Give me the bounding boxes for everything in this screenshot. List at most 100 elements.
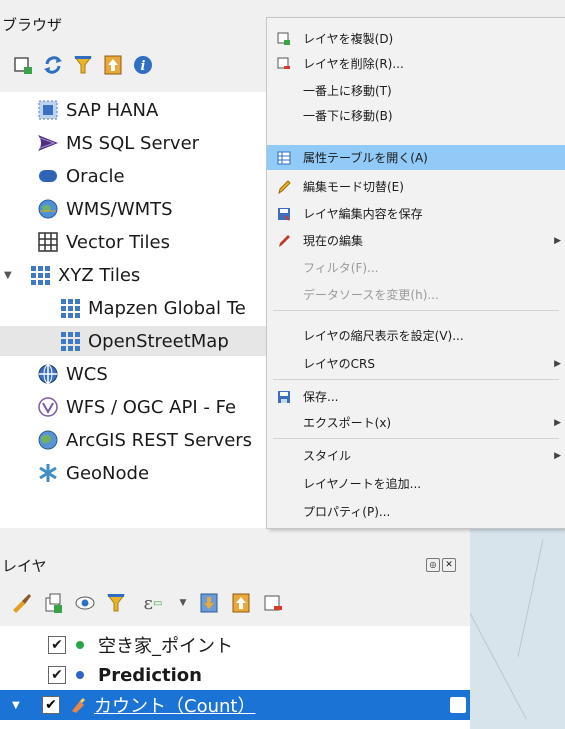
panel-close-icon[interactable]: ✕ xyxy=(442,558,456,572)
menu-item-current-edits[interactable]: 現在の編集 ▶ xyxy=(267,228,565,253)
current-edits-icon xyxy=(277,234,291,248)
layer-checkbox[interactable]: ✔ xyxy=(42,696,60,714)
menu-item-filter[interactable]: フィルタ(F)... xyxy=(267,255,565,280)
menu-item-move-bottom[interactable]: 一番下に移動(B) xyxy=(267,103,565,128)
layer-notes-icon[interactable] xyxy=(450,697,466,713)
tree-item-mssql[interactable]: MS SQL Server xyxy=(36,128,199,158)
menu-item-add-layer-notes[interactable]: レイヤノートを追加... xyxy=(267,471,565,496)
tree-item-label: GeoNode xyxy=(66,462,150,484)
layer-label: 空き家_ポイント xyxy=(98,636,233,657)
menu-item-change-datasource[interactable]: データソースを変更(h)... xyxy=(267,282,565,307)
layers-panel-title: レイヤ xyxy=(2,557,47,575)
tree-item-wfs[interactable]: WFS / OGC API - Fe xyxy=(36,392,236,422)
layers-tree: ✔ 空き家_ポイント ✔ Prediction ▼ ✔ カウント（Count） xyxy=(0,626,470,729)
add-group-icon[interactable] xyxy=(42,592,64,614)
visibility-icon[interactable] xyxy=(74,592,96,614)
attribute-table-icon xyxy=(277,151,291,165)
svg-text:i: i xyxy=(141,59,146,74)
collapse-icon[interactable] xyxy=(102,54,124,76)
menu-item-duplicate-layer[interactable]: レイヤを複製(D) xyxy=(267,26,565,51)
layer-row-selected[interactable]: ▼ ✔ カウント（Count） xyxy=(0,690,470,720)
tree-item-wcs[interactable]: WCS xyxy=(36,359,108,389)
layer-context-menu: レイヤを複製(D) レイヤを削除(R)... 一番上に移動(T) 一番下に移動(… xyxy=(267,18,565,528)
panel-float-icon[interactable]: ◎ xyxy=(426,558,440,572)
submenu-arrow-icon: ▶ xyxy=(554,235,561,246)
layer-label: カウント（Count） xyxy=(94,696,256,717)
pencil-icon xyxy=(277,179,291,194)
remove-layer-icon xyxy=(277,57,291,71)
expand-all-icon[interactable] xyxy=(198,592,220,614)
oracle-icon xyxy=(36,164,60,188)
browser-panel-title: ブラウザ xyxy=(2,16,63,34)
menu-item-save-edits[interactable]: レイヤ編集内容を保存 xyxy=(267,201,565,226)
sap-hana-icon xyxy=(36,98,60,122)
menu-separator xyxy=(273,310,559,311)
menu-item-move-top[interactable]: 一番上に移動(T) xyxy=(267,78,565,103)
wcs-icon xyxy=(36,362,60,386)
tree-item-label: WCS xyxy=(66,363,108,385)
menu-item-export[interactable]: エクスポート(x) ▶ xyxy=(267,410,565,435)
menu-item-properties[interactable]: プロパティ(P)... xyxy=(267,499,565,524)
tree-item-label: OpenStreetMap xyxy=(88,330,229,352)
menu-item-remove-layer[interactable]: レイヤを削除(R)... xyxy=(267,51,565,76)
tree-item-label: Vector Tiles xyxy=(66,231,170,253)
collapse-all-icon[interactable] xyxy=(230,592,252,614)
menu-item-open-attribute-table[interactable]: 属性テーブルを開く(A) xyxy=(267,145,565,170)
tree-item-label: WFS / OGC API - Fe xyxy=(66,396,237,418)
tree-item-wms[interactable]: WMS/WMTS xyxy=(36,194,173,224)
save-icon xyxy=(277,390,291,404)
tree-item-oracle[interactable]: Oracle xyxy=(36,161,125,191)
vector-tiles-icon xyxy=(36,230,60,254)
tree-item-label: Mapzen Global Te xyxy=(88,297,246,319)
tree-item-sap-hana[interactable]: SAP HANA xyxy=(36,95,158,125)
menu-item-save[interactable]: 保存... xyxy=(267,384,565,409)
point-symbol-icon xyxy=(76,641,84,649)
submenu-arrow-icon: ▶ xyxy=(554,450,561,461)
tree-item-label: SAP HANA xyxy=(66,99,159,121)
layer-row[interactable]: ✔ Prediction xyxy=(0,660,470,690)
expression-filter-icon[interactable]: ε ▭ xyxy=(138,592,168,614)
wfs-icon xyxy=(36,395,60,419)
layer-label: Prediction xyxy=(98,664,202,686)
tree-item-vector-tiles[interactable]: Vector Tiles xyxy=(36,227,170,257)
map-canvas[interactable] xyxy=(450,528,565,729)
tree-item-xyz-tiles[interactable]: ▼ XYZ Tiles xyxy=(0,260,140,290)
submenu-arrow-icon: ▶ xyxy=(554,358,561,369)
filter-icon[interactable] xyxy=(72,54,94,76)
menu-item-toggle-editing[interactable]: 編集モード切替(E) xyxy=(267,174,565,199)
tree-item-label: ArcGIS REST Servers xyxy=(66,429,253,451)
filter-legend-icon[interactable] xyxy=(106,592,128,614)
panel-splitter[interactable] xyxy=(0,528,470,548)
style-brush-icon[interactable] xyxy=(10,592,32,614)
heatmap-icon xyxy=(70,697,86,713)
browser-toolbar: i xyxy=(12,54,154,76)
add-layer-icon[interactable] xyxy=(12,54,34,76)
expanded-arrow-icon[interactable]: ▼ xyxy=(12,700,26,711)
layer-checkbox[interactable]: ✔ xyxy=(48,666,66,684)
dropdown-arrow-icon[interactable]: ▼ xyxy=(178,592,188,614)
menu-item-layer-crs[interactable]: レイヤのCRS ▶ xyxy=(267,351,565,376)
layer-row[interactable]: ✔ 空き家_ポイント xyxy=(0,630,470,660)
tile-grid-icon xyxy=(58,296,82,320)
remove-layer-icon[interactable] xyxy=(262,592,284,614)
tree-item-label: XYZ Tiles xyxy=(58,264,141,286)
arcgis-icon xyxy=(36,428,60,452)
map-road xyxy=(517,539,544,657)
tree-item-arcgis[interactable]: ArcGIS REST Servers xyxy=(36,425,252,455)
layer-checkbox[interactable]: ✔ xyxy=(48,636,66,654)
wms-icon xyxy=(36,197,60,221)
point-symbol-icon xyxy=(76,671,84,679)
menu-item-style[interactable]: スタイル ▶ xyxy=(267,443,565,468)
tree-item-geonode[interactable]: GeoNode xyxy=(36,458,149,488)
geonode-icon xyxy=(36,461,60,485)
menu-item-scale-visibility[interactable]: レイヤの縮尺表示を設定(V)... xyxy=(267,323,565,348)
refresh-icon[interactable] xyxy=(42,54,64,76)
layers-toolbar: ε ▭ ▼ xyxy=(10,592,284,614)
mssql-icon xyxy=(36,131,60,155)
tile-grid-icon xyxy=(58,329,82,353)
submenu-arrow-icon: ▶ xyxy=(554,417,561,428)
tree-item-mapzen[interactable]: Mapzen Global Te xyxy=(58,293,246,323)
tree-item-label: MS SQL Server xyxy=(66,132,200,154)
info-icon[interactable]: i xyxy=(132,54,154,76)
expanded-arrow-icon[interactable]: ▼ xyxy=(4,270,20,281)
